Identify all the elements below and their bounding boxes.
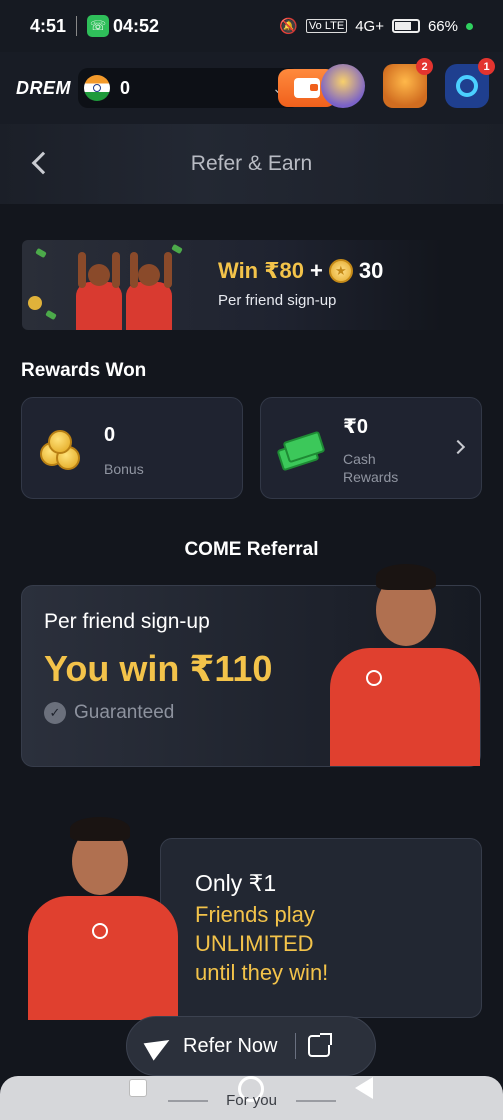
confetti-icon xyxy=(45,309,57,321)
referral-subtitle: Per friend sign-up xyxy=(44,610,210,633)
promo-subtitle: Per friend sign-up xyxy=(218,292,337,309)
network-indicator: 4G+ xyxy=(355,17,384,35)
app-logo: DREM xyxy=(16,77,71,98)
coin-decoration-icon xyxy=(28,296,42,310)
player-figure xyxy=(126,252,172,330)
app-bar: DREM 0 ⌄ 2 1 xyxy=(0,52,503,124)
page-title: Refer & Earn xyxy=(190,152,313,175)
chevron-right-icon[interactable] xyxy=(450,439,466,455)
volte-indicator: Vo LTE xyxy=(305,19,348,33)
star-coin-icon: ★ xyxy=(328,259,353,283)
button-divider xyxy=(295,1033,297,1059)
balance-value: 0 xyxy=(120,77,131,98)
back-arrow-icon[interactable] xyxy=(28,148,58,178)
celebrating-players-image xyxy=(70,248,210,330)
status-indicators: 🔕 Vo LTE 4G+ 66% xyxy=(279,17,473,35)
guaranteed-text: Guaranteed xyxy=(74,702,175,723)
status-time: 4:51 xyxy=(30,15,67,36)
player-image xyxy=(320,560,480,766)
player-thumbs-up-image xyxy=(20,815,180,1020)
gift-badge: 2 xyxy=(416,58,433,75)
only-rupee-card[interactable] xyxy=(160,838,482,1018)
support-head-icon xyxy=(456,75,478,97)
battery-level: 66% xyxy=(427,17,458,35)
guaranteed-label: ✓ Guaranteed xyxy=(44,702,174,724)
support-icon[interactable]: 1 xyxy=(445,58,495,108)
cash-label: Cash Rewards xyxy=(343,451,399,485)
bonus-card: 0 Bonus xyxy=(21,397,243,499)
confetti-icon xyxy=(35,247,47,259)
privacy-dot-icon xyxy=(466,22,473,30)
system-nav-bar: For you xyxy=(0,1076,503,1120)
referral-section-title: COME Referral xyxy=(184,539,319,560)
nav-label: For you xyxy=(226,1092,277,1109)
referral-win-amount: You win ₹110 xyxy=(44,648,273,689)
promo-text: Win ₹80 + ★ 30 Per friend sign-up xyxy=(218,258,383,309)
mute-icon: 🔕 xyxy=(279,18,298,35)
india-flag-icon xyxy=(84,75,110,101)
refer-now-label: Refer Now xyxy=(183,1034,278,1057)
page-header: Refer & Earn xyxy=(0,124,503,204)
app-bar-actions: 2 1 xyxy=(321,58,495,108)
bonus-label: Bonus xyxy=(104,461,144,477)
only-line-3: until they win! xyxy=(195,960,329,985)
coins-icon xyxy=(40,430,86,470)
refer-now-button[interactable]: Refer Now xyxy=(126,1016,376,1076)
rewards-title: Rewards Won xyxy=(21,360,147,381)
send-icon xyxy=(147,1034,171,1058)
wallet-icon xyxy=(294,78,320,98)
status-bar: 4:51 ☏ 04:52 🔕 Vo LTE 4G+ 66% xyxy=(0,0,503,52)
promo-headline: Win ₹80 + ★ 30 xyxy=(218,258,383,284)
only-title: Only ₹1 xyxy=(195,870,277,896)
promo-banner[interactable]: Win ₹80 + ★ 30 Per friend sign-up xyxy=(22,240,442,330)
promo-win-amount: Win ₹80 xyxy=(218,258,305,283)
cash-icon xyxy=(276,430,326,472)
share-icon[interactable] xyxy=(308,1033,333,1057)
gift-icon[interactable]: 2 xyxy=(383,58,433,108)
player-figure xyxy=(76,252,122,330)
jar-icon[interactable] xyxy=(321,64,365,108)
only-line-1: Friends play xyxy=(195,902,315,927)
verified-check-icon: ✓ xyxy=(44,702,66,724)
call-time: 04:52 xyxy=(113,15,160,36)
only-line-2: UNLIMITED xyxy=(195,931,314,956)
promo-coins: 30 xyxy=(358,258,384,283)
battery-icon xyxy=(391,19,420,33)
status-separator xyxy=(76,16,78,36)
call-icon: ☏ xyxy=(87,15,110,37)
support-badge: 1 xyxy=(478,58,495,75)
balance-selector[interactable]: 0 ⌄ xyxy=(78,68,336,108)
cash-value: ₹0 xyxy=(343,416,369,438)
bonus-value: 0 xyxy=(104,424,116,446)
promo-plus: + xyxy=(310,258,323,283)
cash-rewards-card[interactable]: ₹0 Cash Rewards xyxy=(260,397,482,499)
